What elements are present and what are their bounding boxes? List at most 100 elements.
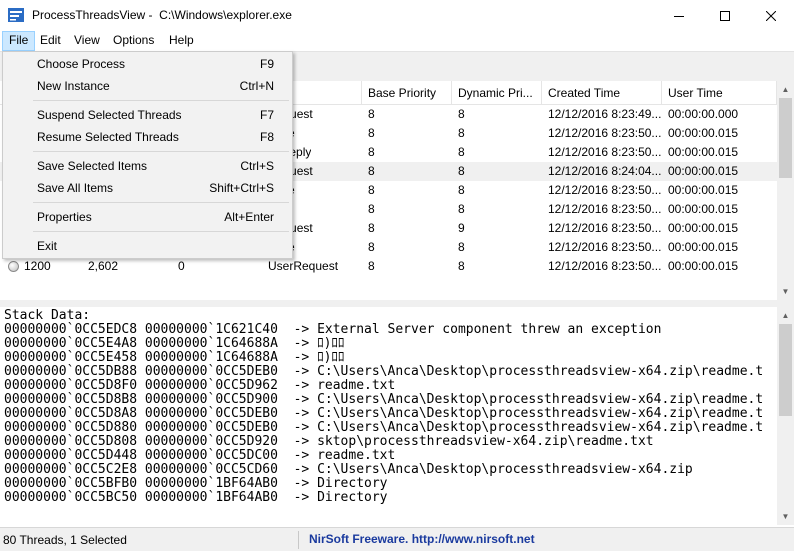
table-cell-base: 8 — [368, 164, 375, 178]
minimize-button[interactable] — [656, 0, 702, 31]
table-cell-dynamic: 8 — [458, 164, 465, 178]
app-icon — [8, 8, 24, 22]
stack-line: 00000000`0CC5DB88 00000000`0CC5DEB0 -> C… — [4, 364, 764, 379]
table-cell-base: 8 — [368, 259, 375, 273]
nirsoft-link[interactable]: NirSoft Freeware. http://www.nirsoft.net — [309, 532, 535, 546]
stack-line: 00000000`0CC5D8F0 00000000`0CC5D962 -> r… — [4, 378, 396, 393]
table-cell-created: 12/12/2016 8:23:50... — [548, 126, 662, 140]
table-cell-user: 00:00:00.015 — [668, 202, 739, 216]
stack-scroll-thumb[interactable] — [779, 324, 792, 416]
table-cell-col0: 1200 — [24, 259, 51, 273]
maximize-icon — [720, 10, 730, 21]
menu-item-properties[interactable]: Properties Alt+Enter — [5, 206, 290, 228]
menu-item-exit[interactable]: Exit — [5, 235, 290, 257]
stack-line: 00000000`0CC5D448 00000000`0CC5DC00 -> r… — [4, 448, 396, 463]
table-cell-created: 12/12/2016 8:23:50... — [548, 221, 662, 235]
window-title: ProcessThreadsView - C:\Windows\explorer… — [32, 8, 292, 22]
stack-line: 00000000`0CC5D880 00000000`0CC5DEB0 -> C… — [4, 420, 764, 435]
table-cell-user: 00:00:00.015 — [668, 145, 739, 159]
table-cell-user: 00:00:00.015 — [668, 126, 739, 140]
stack-line: 00000000`0CC5D8A8 00000000`0CC5DEB0 -> C… — [4, 406, 764, 421]
scroll-down-icon[interactable]: ▼ — [777, 283, 794, 300]
menu-item-save-selected[interactable]: Save Selected Items Ctrl+S — [5, 155, 290, 177]
menu-file[interactable]: File — [2, 31, 36, 51]
stack-line: 00000000`0CC5BFB0 00000000`1BF64AB0 -> D… — [4, 476, 388, 491]
table-cell-created: 12/12/2016 8:23:50... — [548, 183, 662, 197]
stack-line: 00000000`0CC5E458 00000000`1C64688A -> ﾛ… — [4, 350, 345, 365]
stack-data-pane: Stack Data: 00000000`0CC5EDC8 00000000`1C… — [0, 307, 777, 525]
menu-edit[interactable]: Edit — [34, 31, 67, 51]
stack-line: 00000000`0CC5C2E8 00000000`0CC5CD60 -> C… — [4, 462, 693, 477]
table-cell-user: 00:00:00.015 — [668, 164, 739, 178]
menu-separator — [33, 231, 289, 232]
table-scroll-thumb[interactable] — [779, 98, 792, 178]
table-cell-col2: 0 — [178, 259, 185, 273]
table-row[interactable]: 1200 2,602 0 UserRequest 8 8 12/12/2016 8:23:5… — [0, 257, 777, 276]
menu-item-resume-threads[interactable]: Resume Selected Threads F8 — [5, 126, 290, 148]
column-header-created-time[interactable]: Created Time — [542, 81, 662, 105]
status-divider — [298, 531, 299, 549]
table-cell-col1: 2,602 — [88, 259, 119, 273]
table-cell-dynamic: 9 — [458, 221, 465, 235]
table-cell-base: 8 — [368, 145, 375, 159]
minimize-icon — [674, 15, 684, 17]
table-cell-base: 8 — [368, 240, 375, 254]
menu-bar: File Edit View Options Help — [0, 31, 794, 51]
menu-item-new-instance[interactable]: New Instance Ctrl+N — [5, 75, 290, 97]
stack-line: 00000000`0CC5E4A8 00000000`1C64688A -> ﾛ… — [4, 336, 345, 351]
table-cell-user: 00:00:00.015 — [668, 240, 739, 254]
table-cell-status: UserRequest — [268, 259, 339, 273]
maximize-button[interactable] — [702, 0, 748, 31]
table-scrollbar[interactable]: ▲ ▼ — [777, 81, 794, 300]
stack-line: 00000000`0CC5D8B8 00000000`0CC5D900 -> C… — [4, 392, 764, 407]
table-cell-user: 00:00:00.000 — [668, 107, 739, 121]
table-cell-user: 00:00:00.015 — [668, 183, 739, 197]
table-cell-created: 12/12/2016 8:23:50... — [548, 202, 662, 216]
table-cell-created: 12/12/2016 8:23:50... — [548, 145, 662, 159]
column-header-base-priority[interactable]: Base Priority — [362, 81, 452, 105]
table-cell-dynamic: 8 — [458, 240, 465, 254]
table-cell-base: 8 — [368, 107, 375, 121]
menu-item-save-all[interactable]: Save All Items Shift+Ctrl+S — [5, 177, 290, 199]
close-button[interactable] — [748, 0, 794, 31]
menu-help[interactable]: Help — [163, 31, 200, 51]
close-icon — [766, 10, 776, 21]
table-cell-dynamic: 8 — [458, 126, 465, 140]
scroll-up-icon[interactable]: ▲ — [777, 81, 794, 98]
table-cell-dynamic: 8 — [458, 107, 465, 121]
column-header-dynamic-priority[interactable]: Dynamic Pri... — [452, 81, 542, 105]
table-cell-base: 8 — [368, 126, 375, 140]
menu-item-suspend-threads[interactable]: Suspend Selected Threads F7 — [5, 104, 290, 126]
table-cell-user: 00:00:00.015 — [668, 259, 739, 273]
stack-data-heading: Stack Data: — [4, 308, 91, 323]
scroll-down-icon[interactable]: ▼ — [777, 508, 794, 525]
table-cell-dynamic: 8 — [458, 202, 465, 216]
table-cell-created: 12/12/2016 8:23:50... — [548, 240, 662, 254]
menu-separator — [33, 100, 289, 101]
menu-separator — [33, 151, 289, 152]
table-cell-dynamic: 8 — [458, 145, 465, 159]
thread-status-icon — [8, 261, 19, 272]
table-cell-base: 8 — [368, 183, 375, 197]
pane-splitter[interactable] — [0, 300, 794, 307]
file-menu-dropdown: Choose Process F9 New Instance Ctrl+N Su… — [2, 51, 293, 259]
table-cell-dynamic: 8 — [458, 259, 465, 273]
table-cell-dynamic: 8 — [458, 183, 465, 197]
menu-separator — [33, 202, 289, 203]
table-cell-user: 00:00:00.015 — [668, 221, 739, 235]
title-bar: ProcessThreadsView - C:\Windows\explorer… — [0, 0, 794, 31]
menu-item-choose-process[interactable]: Choose Process F9 — [5, 53, 290, 75]
table-cell-created: 12/12/2016 8:23:50... — [548, 259, 662, 273]
stack-line: 00000000`0CC5D808 00000000`0CC5D920 -> s… — [4, 434, 654, 449]
menu-options[interactable]: Options — [107, 31, 160, 51]
table-cell-created: 12/12/2016 8:23:49... — [548, 107, 662, 121]
scroll-up-icon[interactable]: ▲ — [777, 307, 794, 324]
stack-line: 00000000`0CC5EDC8 00000000`1C621C40 -> E… — [4, 322, 662, 337]
table-cell-created: 12/12/2016 8:24:04... — [548, 164, 662, 178]
column-header-user-time[interactable]: User Time — [662, 81, 777, 105]
stack-scrollbar[interactable]: ▲ ▼ — [777, 307, 794, 525]
status-bar: 80 Threads, 1 Selected NirSoft Freeware.… — [0, 527, 794, 551]
menu-view[interactable]: View — [68, 31, 106, 51]
stack-line: 00000000`0CC5BC50 00000000`1BF64AB0 -> D… — [4, 490, 388, 505]
table-cell-base: 8 — [368, 221, 375, 235]
